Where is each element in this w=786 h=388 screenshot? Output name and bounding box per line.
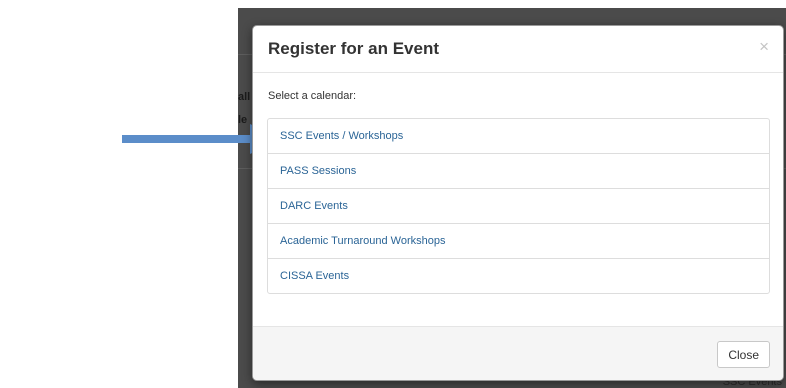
calendar-item-pass-sessions[interactable]: PASS Sessions (268, 153, 769, 188)
calendar-item-darc-events[interactable]: DARC Events (268, 188, 769, 223)
calendar-item-cissa-events[interactable]: CISSA Events (268, 258, 769, 293)
close-button[interactable]: Close (717, 341, 770, 368)
modal-footer: Close (253, 326, 783, 380)
calendar-item-academic-turnaround[interactable]: Academic Turnaround Workshops (268, 223, 769, 258)
close-icon[interactable]: × (759, 38, 769, 55)
modal-title: Register for an Event (268, 39, 439, 58)
modal-header: Register for an Event × (253, 26, 783, 73)
calendar-item-ssc-events[interactable]: SSC Events / Workshops (268, 119, 769, 153)
background-text: all (238, 91, 251, 103)
select-calendar-label: Select a calendar: (268, 90, 357, 102)
calendar-list: SSC Events / Workshops PASS Sessions DAR… (267, 118, 770, 294)
register-event-modal: Register for an Event × Select a calenda… (252, 25, 784, 381)
